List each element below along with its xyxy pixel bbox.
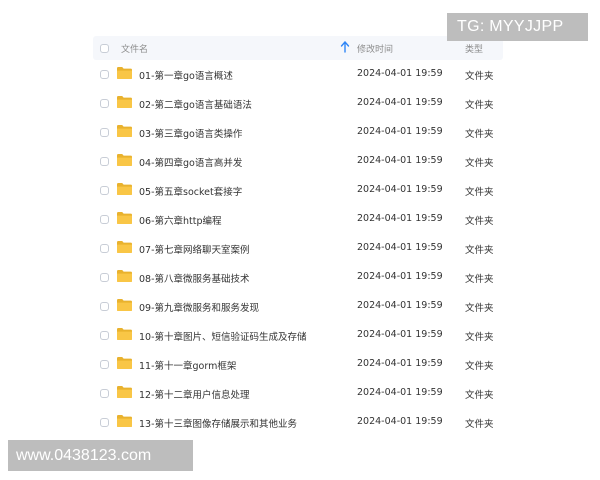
row-checkbox[interactable] — [100, 273, 109, 282]
file-name[interactable]: 12-第十二章用户信息处理 — [139, 387, 250, 401]
row-checkbox[interactable] — [100, 215, 109, 224]
file-modified-time: 2024-04-01 19:59 — [357, 213, 443, 224]
folder-icon — [117, 96, 132, 108]
file-row[interactable]: 02-第二章go语言基础语法 2024-04-01 19:59 文件夹 — [93, 89, 503, 118]
file-type: 文件夹 — [465, 158, 494, 169]
file-row[interactable]: 07-第七章网络聊天室案例 2024-04-01 19:59 文件夹 — [93, 234, 503, 263]
row-checkbox[interactable] — [100, 389, 109, 398]
file-modified-time: 2024-04-01 19:59 — [357, 242, 443, 253]
file-name[interactable]: 02-第二章go语言基础语法 — [139, 97, 252, 111]
column-header-name[interactable]: 文件名 — [121, 42, 148, 55]
file-row[interactable]: 04-第四章go语言高并发 2024-04-01 19:59 文件夹 — [93, 147, 503, 176]
watermark-bottom: www.0438123.com — [8, 440, 193, 471]
file-modified-time: 2024-04-01 19:59 — [357, 97, 443, 108]
column-header-type[interactable]: 类型 — [465, 42, 483, 55]
file-row[interactable]: 09-第九章微服务和服务发现 2024-04-01 19:59 文件夹 — [93, 292, 503, 321]
folder-icon — [117, 299, 132, 311]
file-name[interactable]: 04-第四章go语言高并发 — [139, 155, 242, 169]
row-checkbox[interactable] — [100, 70, 109, 79]
file-row[interactable]: 08-第八章微服务基础技术 2024-04-01 19:59 文件夹 — [93, 263, 503, 292]
sort-ascending-icon[interactable] — [340, 40, 350, 54]
file-type: 文件夹 — [465, 390, 494, 401]
file-browser-page: 文件名 修改时间 类型 01-第一章go语言概述 2024-04-01 19:59… — [0, 0, 600, 480]
row-checkbox[interactable] — [100, 157, 109, 166]
row-checkbox[interactable] — [100, 418, 109, 427]
file-type: 文件夹 — [465, 187, 494, 198]
folder-icon — [117, 125, 132, 137]
file-rows: 01-第一章go语言概述 2024-04-01 19:59 文件夹 02-第二章go语… — [93, 60, 503, 437]
file-list: 文件名 修改时间 类型 01-第一章go语言概述 2024-04-01 19:59… — [93, 36, 503, 437]
file-row[interactable]: 12-第十二章用户信息处理 2024-04-01 19:59 文件夹 — [93, 379, 503, 408]
file-type: 文件夹 — [465, 216, 494, 227]
watermark-top: TG: MYYJJPP — [447, 13, 588, 41]
folder-icon — [117, 183, 132, 195]
row-checkbox[interactable] — [100, 302, 109, 311]
file-modified-time: 2024-04-01 19:59 — [357, 387, 443, 398]
file-modified-time: 2024-04-01 19:59 — [357, 329, 443, 340]
file-name[interactable]: 08-第八章微服务基础技术 — [139, 271, 250, 285]
file-row[interactable]: 03-第三章go语言类操作 2024-04-01 19:59 文件夹 — [93, 118, 503, 147]
row-checkbox[interactable] — [100, 99, 109, 108]
file-modified-time: 2024-04-01 19:59 — [357, 271, 443, 282]
file-list-header: 文件名 修改时间 类型 — [93, 36, 503, 60]
folder-icon — [117, 328, 132, 340]
file-name[interactable]: 03-第三章go语言类操作 — [139, 126, 242, 140]
folder-icon — [117, 415, 132, 427]
row-checkbox[interactable] — [100, 360, 109, 369]
file-modified-time: 2024-04-01 19:59 — [357, 300, 443, 311]
file-row[interactable]: 06-第六章http编程 2024-04-01 19:59 文件夹 — [93, 205, 503, 234]
file-row[interactable]: 13-第十三章图像存储展示和其他业务 2024-04-01 19:59 文件夹 — [93, 408, 503, 437]
file-type: 文件夹 — [465, 274, 494, 285]
row-checkbox[interactable] — [100, 331, 109, 340]
file-row[interactable]: 01-第一章go语言概述 2024-04-01 19:59 文件夹 — [93, 60, 503, 89]
file-type: 文件夹 — [465, 303, 494, 314]
file-name[interactable]: 05-第五章socket套接字 — [139, 184, 242, 198]
file-name[interactable]: 07-第七章网络聊天室案例 — [139, 242, 250, 256]
file-row[interactable]: 05-第五章socket套接字 2024-04-01 19:59 文件夹 — [93, 176, 503, 205]
folder-icon — [117, 386, 132, 398]
file-modified-time: 2024-04-01 19:59 — [357, 126, 443, 137]
file-modified-time: 2024-04-01 19:59 — [357, 155, 443, 166]
file-modified-time: 2024-04-01 19:59 — [357, 184, 443, 195]
folder-icon — [117, 270, 132, 282]
file-type: 文件夹 — [465, 419, 494, 430]
file-name[interactable]: 10-第十章图片、短信验证码生成及存储 — [139, 329, 307, 343]
file-name[interactable]: 13-第十三章图像存储展示和其他业务 — [139, 416, 297, 430]
file-modified-time: 2024-04-01 19:59 — [357, 68, 443, 79]
file-row[interactable]: 11-第十一章gorm框架 2024-04-01 19:59 文件夹 — [93, 350, 503, 379]
file-name[interactable]: 01-第一章go语言概述 — [139, 68, 233, 82]
file-type: 文件夹 — [465, 100, 494, 111]
row-checkbox[interactable] — [100, 186, 109, 195]
file-name[interactable]: 06-第六章http编程 — [139, 213, 222, 227]
file-modified-time: 2024-04-01 19:59 — [357, 358, 443, 369]
folder-icon — [117, 241, 132, 253]
file-modified-time: 2024-04-01 19:59 — [357, 416, 443, 427]
file-row[interactable]: 10-第十章图片、短信验证码生成及存储 2024-04-01 19:59 文件夹 — [93, 321, 503, 350]
folder-icon — [117, 67, 132, 79]
file-type: 文件夹 — [465, 129, 494, 140]
row-checkbox[interactable] — [100, 128, 109, 137]
row-checkbox[interactable] — [100, 244, 109, 253]
select-all-checkbox[interactable] — [100, 44, 109, 53]
file-type: 文件夹 — [465, 71, 494, 82]
folder-icon — [117, 357, 132, 369]
folder-icon — [117, 212, 132, 224]
column-header-modified[interactable]: 修改时间 — [357, 42, 393, 55]
file-type: 文件夹 — [465, 361, 494, 372]
file-name[interactable]: 09-第九章微服务和服务发现 — [139, 300, 259, 314]
file-type: 文件夹 — [465, 332, 494, 343]
file-name[interactable]: 11-第十一章gorm框架 — [139, 358, 236, 372]
file-type: 文件夹 — [465, 245, 494, 256]
folder-icon — [117, 154, 132, 166]
